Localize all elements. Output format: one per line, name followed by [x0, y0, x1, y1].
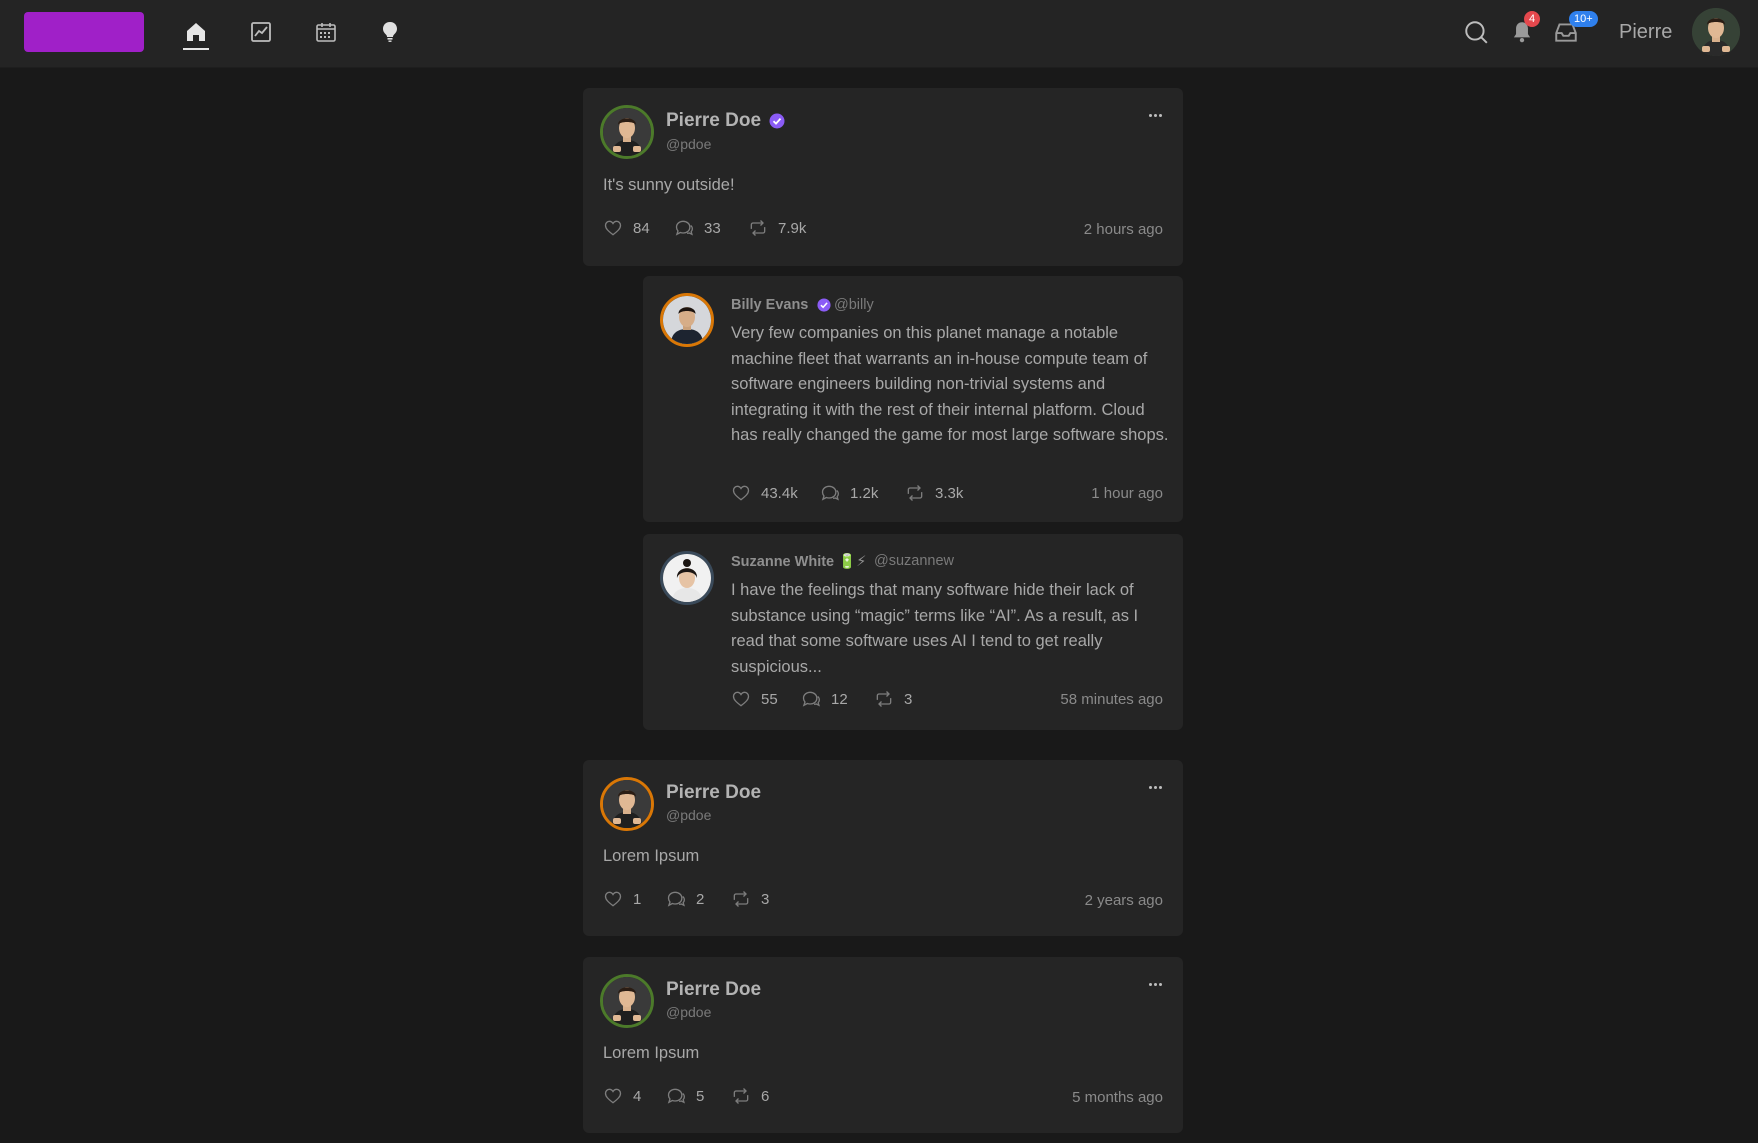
repost-count: 6	[761, 1087, 770, 1105]
lightbulb-icon[interactable]	[376, 18, 404, 46]
more-options-icon[interactable]	[1143, 979, 1167, 989]
repost-icon	[876, 691, 892, 707]
like-count: 1	[633, 890, 642, 908]
repost-button[interactable]: 6	[731, 1086, 769, 1106]
comment-icon	[667, 1088, 686, 1104]
like-button[interactable]: 4	[603, 1086, 641, 1106]
trending-icon[interactable]	[247, 18, 275, 46]
post-card: Pierre Doe @pdoe Lorem Ipsum 4 5 6 5 mon…	[583, 957, 1183, 1133]
post-timestamp: 2 hours ago	[1083, 221, 1163, 238]
author-handle[interactable]: @billy	[834, 297, 874, 313]
heart-icon	[604, 1088, 622, 1104]
post-text: Lorem Ipsum	[603, 847, 700, 865]
like-count: 4	[633, 1087, 642, 1105]
comment-count: 2	[696, 890, 705, 908]
active-nav-indicator	[183, 48, 209, 50]
reply-card: Suzanne White 🔋⚡ @suzannew I have the fe…	[643, 534, 1183, 730]
repost-count: 3	[761, 890, 770, 908]
author-name[interactable]: Pierre Doe	[666, 782, 761, 804]
author-avatar[interactable]	[660, 551, 714, 605]
inbox-badge: 10+	[1569, 11, 1598, 27]
comment-icon	[667, 891, 686, 907]
author-avatar[interactable]	[600, 777, 654, 831]
like-button[interactable]: 55	[731, 689, 778, 709]
more-options-icon[interactable]	[1143, 110, 1167, 120]
comment-count: 1.2k	[850, 484, 879, 502]
like-count: 84	[633, 219, 650, 237]
comment-button[interactable]: 1.2k	[820, 483, 878, 503]
user-avatar[interactable]	[1692, 8, 1740, 56]
author-name-text: Pierre Doe	[666, 110, 762, 131]
author-name-text: Billy Evans	[731, 297, 809, 313]
author-name[interactable]: Billy Evans	[731, 297, 831, 313]
comment-icon	[802, 691, 821, 707]
comment-button[interactable]: 12	[801, 689, 848, 709]
like-button[interactable]: 84	[603, 218, 650, 238]
like-count: 55	[761, 690, 778, 708]
post-timestamp: 2 years ago	[1084, 892, 1163, 909]
app-logo[interactable]	[24, 12, 144, 52]
comment-button[interactable]: 2	[666, 889, 704, 909]
comment-button[interactable]: 5	[666, 1086, 704, 1106]
post-card: Pierre Doe @pdoe Lorem Ipsum 1 2 3 2 yea…	[583, 760, 1183, 936]
reply-text: I have the feelings that many software h…	[731, 581, 1139, 676]
top-navbar: 4 10+ Pierre	[0, 0, 1758, 68]
repost-button[interactable]: 3.3k	[905, 483, 963, 503]
reply-timestamp: 58 minutes ago	[1060, 691, 1163, 708]
calendar-icon[interactable]	[312, 18, 340, 46]
comment-count: 5	[696, 1087, 705, 1105]
reply-card: Billy Evans @billy Very few companies on…	[643, 276, 1183, 522]
heart-icon	[732, 691, 750, 707]
repost-button[interactable]: 3	[874, 689, 912, 709]
verified-icon	[769, 113, 785, 129]
author-handle[interactable]: @pdoe	[666, 1004, 711, 1020]
author-handle[interactable]: @pdoe	[666, 136, 711, 152]
topbar-username[interactable]: Pierre	[1619, 21, 1672, 44]
comment-icon	[675, 220, 694, 236]
more-options-icon[interactable]	[1143, 782, 1167, 792]
comment-icon	[821, 485, 840, 501]
comment-button[interactable]: 33	[674, 218, 721, 238]
post-card: Pierre Doe @pdoe It's sunny outside! 84 …	[583, 88, 1183, 266]
repost-icon	[750, 220, 766, 236]
post-timestamp: 5 months ago	[1072, 1089, 1163, 1106]
reply-timestamp: 1 hour ago	[1091, 485, 1163, 502]
repost-count: 3	[904, 690, 913, 708]
author-handle[interactable]: @suzannew	[874, 553, 954, 569]
repost-button[interactable]: 3	[731, 889, 769, 909]
author-avatar[interactable]	[600, 105, 654, 159]
author-handle[interactable]: @pdoe	[666, 807, 711, 823]
author-name[interactable]: Pierre Doe	[666, 110, 785, 132]
comment-count: 12	[831, 690, 848, 708]
like-button[interactable]: 1	[603, 889, 641, 909]
author-avatar[interactable]	[660, 293, 714, 347]
repost-icon	[733, 1088, 749, 1104]
repost-count: 3.3k	[935, 484, 964, 502]
notifications-badge: 4	[1524, 11, 1541, 27]
reply-text: Very few companies on this planet manage…	[731, 324, 1169, 444]
verified-icon	[817, 298, 831, 312]
comment-count: 33	[704, 219, 721, 237]
search-icon[interactable]	[1462, 18, 1490, 46]
like-count: 43.4k	[761, 484, 798, 502]
repost-count: 7.9k	[778, 219, 807, 237]
post-text: Lorem Ipsum	[603, 1044, 700, 1062]
repost-icon	[733, 891, 749, 907]
home-icon[interactable]	[182, 18, 210, 46]
heart-icon	[604, 891, 622, 907]
heart-icon	[732, 485, 750, 501]
author-name[interactable]: Suzanne White 🔋⚡	[731, 553, 866, 570]
heart-icon	[604, 220, 622, 236]
author-name[interactable]: Pierre Doe	[666, 979, 761, 1001]
post-text: It's sunny outside!	[603, 176, 735, 194]
author-avatar[interactable]	[600, 974, 654, 1028]
repost-icon	[907, 485, 923, 501]
like-button[interactable]: 43.4k	[731, 483, 798, 503]
repost-button[interactable]: 7.9k	[748, 218, 806, 238]
